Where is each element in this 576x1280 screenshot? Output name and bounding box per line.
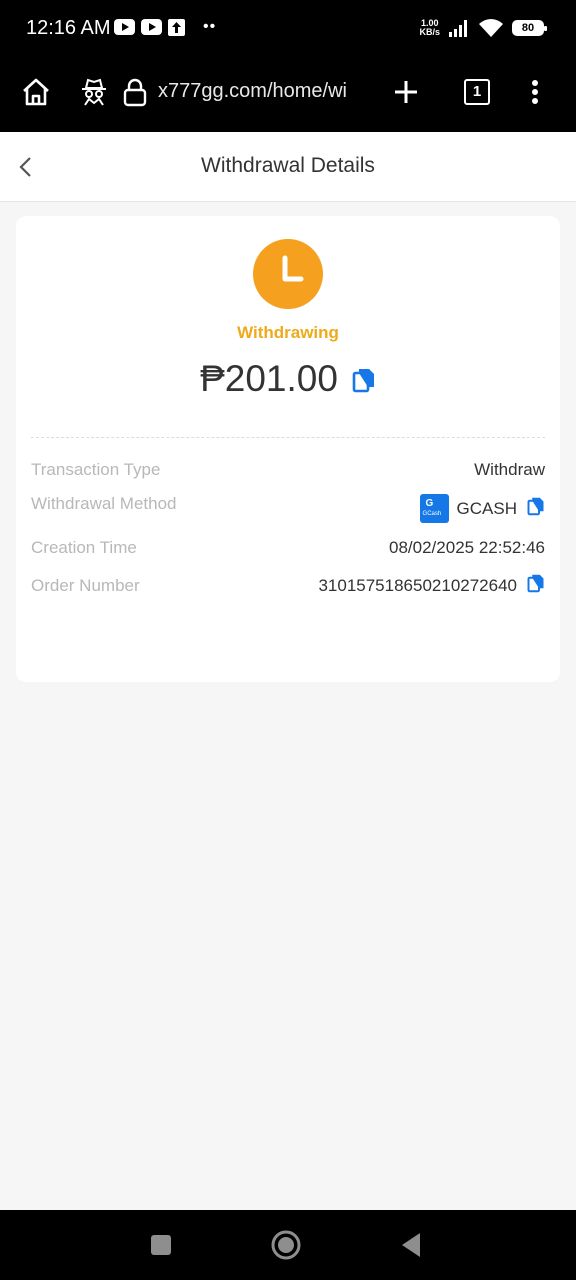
page-header: Withdrawal Details [0, 132, 576, 202]
triangle-back-icon [402, 1233, 420, 1257]
gcash-logo-mark: G [425, 498, 434, 509]
battery-icon: 80 [512, 20, 547, 36]
network-speed-unit: KB/s [419, 27, 440, 37]
status-time: 12:16 AM [26, 17, 111, 39]
wifi-icon [479, 19, 503, 37]
browser-toolbar: x777gg.com/home/wi 1 [0, 60, 576, 132]
gcash-logo: G GCash [419, 494, 449, 523]
page-title: Withdrawal Details [201, 154, 375, 177]
divider [31, 437, 545, 438]
back-nav-button[interactable] [396, 1228, 426, 1262]
recent-apps-button[interactable] [144, 1228, 178, 1262]
more-notifications-icon: •• [203, 18, 217, 35]
new-tab-button[interactable] [390, 60, 422, 124]
order-number-group: 310157518650210272640 [318, 573, 545, 598]
address-bar[interactable]: x777gg.com/home/wi [158, 80, 348, 103]
tab-switcher-button[interactable]: 1 [462, 60, 492, 124]
detail-row-transaction-type: Transaction Type Withdraw [31, 460, 545, 480]
gcash-logo-text: GCash [422, 511, 442, 517]
clock-icon [253, 239, 323, 309]
home-icon [23, 78, 49, 106]
method-value-group: G GCash GCASH [419, 494, 545, 523]
upload-notification-icon [168, 18, 185, 36]
withdrawal-card: Withdrawing ₱201.00 Transaction Type Wit… [16, 216, 560, 682]
square-icon [151, 1235, 171, 1255]
detail-row-creation-time: Creation Time 08/02/2025 22:52:46 [31, 538, 545, 558]
method-value: GCASH [456, 498, 517, 518]
copy-icon [527, 574, 544, 593]
system-indicators: 1.00 KB/s 80 [419, 18, 547, 38]
creation-time-value: 08/02/2025 22:52:46 [389, 538, 545, 557]
signal-icon [449, 20, 467, 37]
method-label: Withdrawal Method [31, 494, 177, 513]
incognito-button[interactable] [78, 60, 110, 124]
home-button[interactable] [16, 60, 56, 124]
home-nav-button[interactable] [268, 1228, 304, 1262]
order-number-value: 310157518650210272640 [318, 575, 517, 595]
creation-time-label: Creation Time [31, 538, 137, 557]
status-bar: 12:16 AM •• 1.00 KB/s 80 [0, 0, 576, 60]
copy-amount-button[interactable] [352, 367, 376, 398]
transaction-type-label: Transaction Type [31, 460, 161, 479]
detail-row-order-number: Order Number 310157518650210272640 [31, 573, 545, 598]
youtube-notification-icon [141, 19, 162, 35]
circle-home-icon [271, 1230, 301, 1260]
amount-value: ₱201.00 [200, 358, 338, 399]
youtube-notification-icon [114, 19, 135, 35]
order-number-label: Order Number [31, 575, 140, 595]
detail-row-method: Withdrawal Method G GCash GCASH [31, 494, 545, 523]
amount-row: ₱201.00 [16, 358, 560, 400]
copy-order-button[interactable] [527, 573, 545, 598]
more-vertical-icon [532, 80, 538, 104]
copy-method-button[interactable] [527, 496, 545, 521]
system-navigation-bar [0, 1210, 576, 1280]
lock-icon [120, 60, 150, 124]
copy-icon [527, 497, 544, 516]
tab-count: 1 [464, 79, 490, 105]
transaction-type-value: Withdraw [474, 460, 545, 479]
incognito-icon [82, 78, 106, 106]
plus-icon [395, 81, 417, 103]
copy-icon [352, 368, 374, 392]
notification-icons: •• [114, 18, 216, 36]
network-speed: 1.00 KB/s [419, 19, 440, 37]
status-label: Withdrawing [237, 323, 339, 342]
menu-button[interactable] [522, 60, 548, 124]
